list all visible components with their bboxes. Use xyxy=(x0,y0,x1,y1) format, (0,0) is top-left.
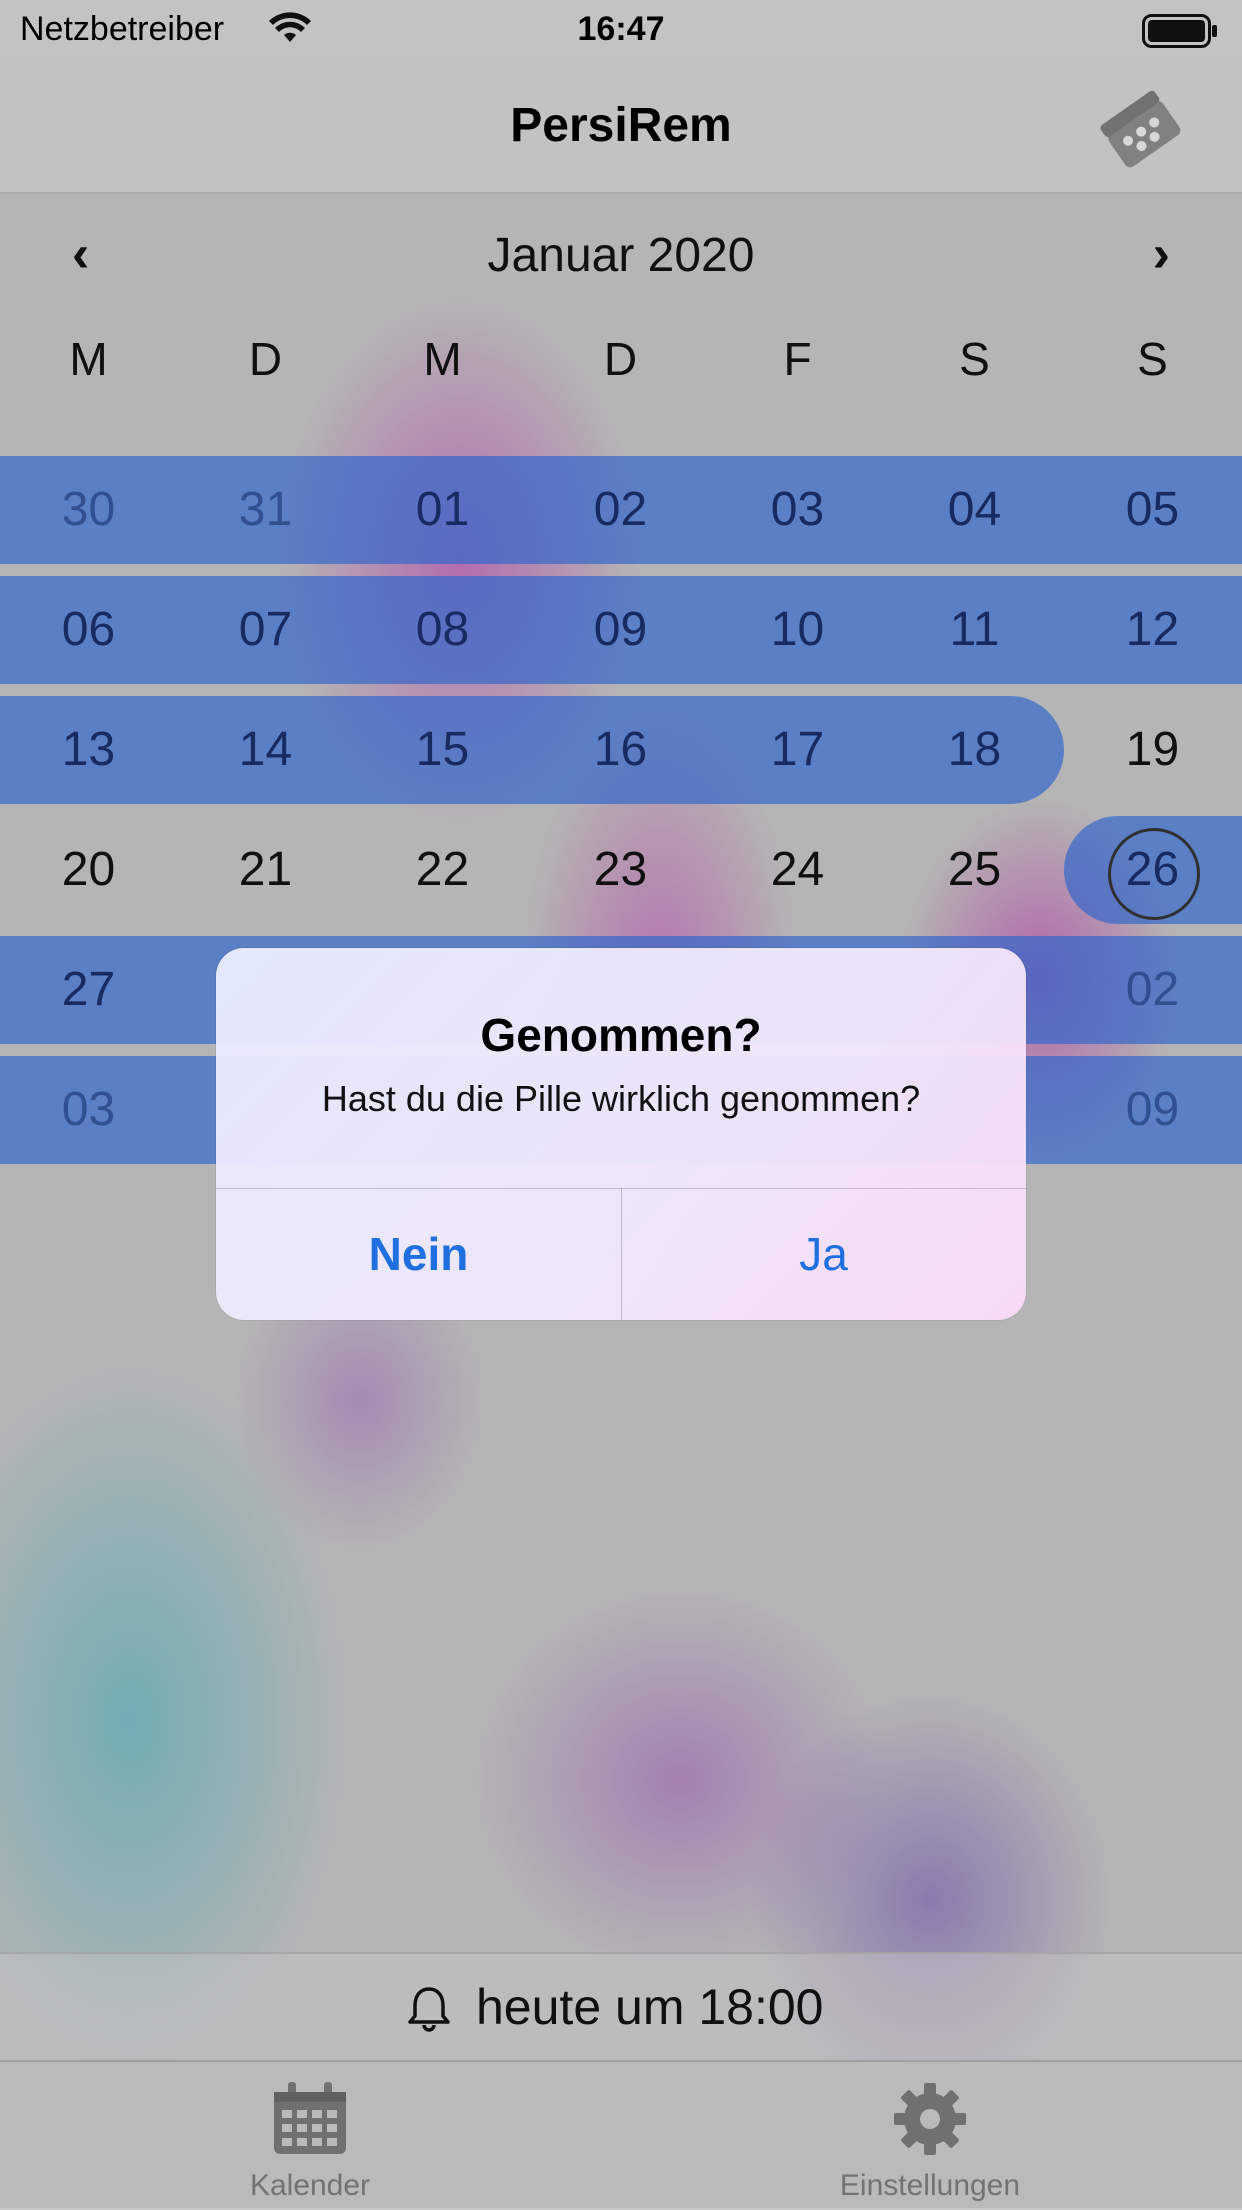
no-button[interactable]: Nein xyxy=(216,1188,621,1320)
alert-title: Genommen? xyxy=(480,1009,762,1061)
confirm-alert: Genommen? Hast du die Pille wirklich gen… xyxy=(216,948,1026,1320)
yes-button[interactable]: Ja xyxy=(621,1188,1026,1320)
alert-message: Hast du die Pille wirklich genommen? xyxy=(321,1078,921,1119)
